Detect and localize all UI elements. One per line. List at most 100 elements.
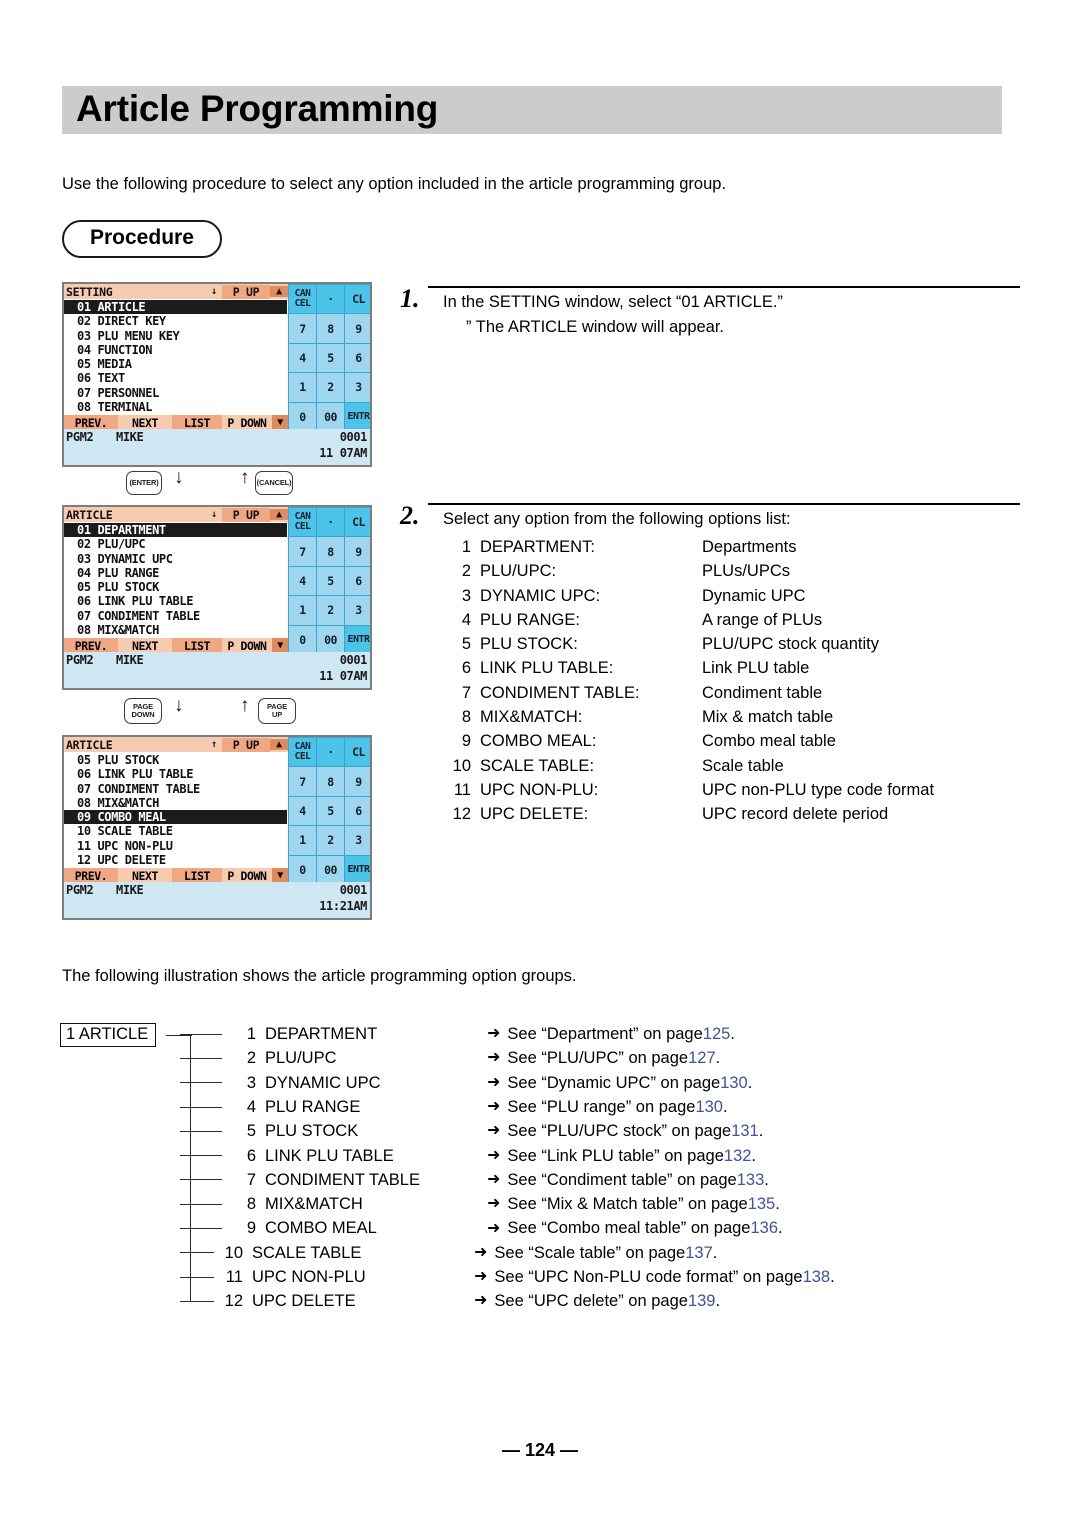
keypad-7-button[interactable]: 7 [289, 767, 316, 796]
keypad-3-button[interactable]: 3 [345, 373, 370, 402]
option-index: 2 [461, 562, 471, 581]
keypad-7-button[interactable]: 7 [289, 314, 316, 343]
keypad-clear-button[interactable]: CL [345, 738, 370, 767]
keypad-clear-button[interactable]: CL [345, 285, 370, 314]
keypad-enter-button[interactable]: ENTR [345, 625, 370, 654]
option-row: 10 SCALE TABLE: Scale table [443, 754, 934, 778]
keypad-9-button[interactable]: 9 [345, 767, 370, 796]
lcd-body: ARTICLE ↑ P UP ▲ 05 PLU STOCK 06 LINK PL… [64, 737, 370, 884]
right-arrow-icon: ➜ [487, 1049, 501, 1067]
status-time: 11 07AM [319, 446, 367, 460]
list-item[interactable]: 07 CONDIMENT TABLE [64, 609, 288, 623]
keypad-clear-button[interactable]: CL [345, 508, 370, 537]
list-item[interactable]: 08 TERMINAL [64, 400, 288, 414]
status-mode: PGM2 [66, 653, 94, 667]
list-item[interactable]: 03 PLU MENU KEY [64, 329, 288, 343]
page-up-arrow-icon[interactable]: ▲ [270, 286, 288, 297]
page-up-button[interactable]: P UP [222, 737, 270, 752]
keypad-8-button[interactable]: 8 [317, 537, 344, 566]
keypad-7-button[interactable]: 7 [289, 537, 316, 566]
keypad-1-button[interactable]: 1 [289, 596, 316, 625]
keypad-3-button[interactable]: 3 [345, 596, 370, 625]
list-item[interactable]: 04 FUNCTION [64, 343, 288, 357]
cancel-keycap[interactable]: (CANCEL) [255, 471, 293, 495]
keypad-3-button[interactable]: 3 [345, 826, 370, 855]
keypad-2-button[interactable]: 2 [317, 373, 344, 402]
keypad-decimal-button[interactable]: · [317, 285, 344, 314]
status-mode: PGM2 [66, 430, 94, 444]
list-item[interactable]: 09 COMBO MEAL [64, 810, 287, 825]
tree-branch-line [180, 1082, 222, 1084]
list-item[interactable]: 11 UPC NON-PLU [64, 839, 288, 853]
option-index: 5 [461, 635, 471, 654]
list-item[interactable]: 10 SCALE TABLE [64, 824, 288, 838]
keypad-6-button[interactable]: 6 [345, 343, 370, 373]
keypad-4-button[interactable]: 4 [289, 343, 316, 373]
keypad-0-button[interactable]: 0 [289, 855, 316, 884]
tree-row-page: 137 [685, 1243, 713, 1262]
list-item[interactable]: 06 LINK PLU TABLE [64, 594, 288, 608]
keypad-cancel-button[interactable]: CAN CEL [289, 285, 316, 314]
keypad-9-button[interactable]: 9 [345, 537, 370, 566]
option-index: 12 [452, 805, 471, 824]
list-item[interactable]: 04 PLU RANGE [64, 566, 288, 580]
list-item[interactable]: 12 UPC DELETE [64, 853, 288, 867]
keypad-5-button[interactable]: 5 [317, 796, 344, 826]
keypad-decimal-button[interactable]: · [317, 508, 344, 537]
list-item[interactable]: 02 PLU/UPC [64, 537, 288, 551]
keypad-8-button[interactable]: 8 [317, 767, 344, 796]
list-item[interactable]: 03 DYNAMIC UPC [64, 552, 288, 566]
keypad-0-button[interactable]: 0 [289, 402, 316, 431]
right-arrow-icon: ➜ [474, 1268, 488, 1286]
page-up-arrow-icon[interactable]: ▲ [270, 739, 288, 750]
tree-row-page: 127 [688, 1049, 716, 1068]
page-up-arrow-icon[interactable]: ▲ [270, 509, 288, 520]
tree-row: 6 LINK PLU TABLE ➜ See “Link PLU table” … [180, 1144, 756, 1168]
tree-row: 2 PLU/UPC ➜ See “PLU/UPC” on page 127 . [180, 1046, 720, 1070]
keypad-4-button[interactable]: 4 [289, 566, 316, 596]
down-arrow-icon: ↓ [174, 695, 184, 716]
list-item[interactable]: 05 MEDIA [64, 357, 288, 371]
keypad-00-button[interactable]: 00 [317, 402, 344, 431]
keypad-6-button[interactable]: 6 [345, 566, 370, 596]
keypad-1-button[interactable]: 1 [289, 826, 316, 855]
page-up-keycap[interactable]: PAGE UP [258, 698, 296, 724]
keypad-1-button[interactable]: 1 [289, 373, 316, 402]
keypad-cancel-button[interactable]: CAN CEL [289, 738, 316, 767]
keypad-6-button[interactable]: 6 [345, 796, 370, 826]
tree-row-page: 139 [687, 1292, 716, 1311]
keypad-00-button[interactable]: 00 [317, 855, 344, 884]
keypad-5-button[interactable]: 5 [317, 343, 344, 373]
option-index: 9 [461, 732, 471, 751]
list-item[interactable]: 07 CONDIMENT TABLE [64, 782, 288, 796]
list-item[interactable]: 05 PLU STOCK [64, 753, 288, 767]
list-item[interactable]: 01 DEPARTMENT [64, 523, 287, 538]
enter-keycap[interactable]: (ENTER) [126, 471, 162, 495]
lcd-body: SETTING ↓ P UP ▲ 01 ARTICLE 02 DIRECT KE… [64, 284, 370, 431]
keypad-5-button[interactable]: 5 [317, 566, 344, 596]
list-item[interactable]: 02 DIRECT KEY [64, 314, 288, 328]
keypad-0-button[interactable]: 0 [289, 625, 316, 654]
keypad-8-button[interactable]: 8 [317, 314, 344, 343]
keypad-00-button[interactable]: 00 [317, 625, 344, 654]
keypad-2-button[interactable]: 2 [317, 826, 344, 855]
page-up-button[interactable]: P UP [222, 284, 270, 299]
list-item[interactable]: 08 MIX&MATCH [64, 796, 288, 810]
list-item[interactable]: 08 MIX&MATCH [64, 623, 288, 637]
page-up-button[interactable]: P UP [222, 507, 270, 522]
keypad-decimal-button[interactable]: · [317, 738, 344, 767]
list-item[interactable]: 07 PERSONNEL [64, 386, 288, 400]
tree-row-number: 9 [246, 1219, 256, 1238]
tree-row: 11 UPC NON-PLU ➜ See “UPC Non-PLU code f… [180, 1265, 835, 1289]
keypad-9-button[interactable]: 9 [345, 314, 370, 343]
list-item[interactable]: 06 LINK PLU TABLE [64, 767, 288, 781]
page-down-keycap[interactable]: PAGE DOWN [124, 698, 162, 724]
keypad-4-button[interactable]: 4 [289, 796, 316, 826]
keypad-enter-button[interactable]: ENTR [345, 855, 370, 884]
list-item[interactable]: 06 TEXT [64, 371, 288, 385]
list-item[interactable]: 05 PLU STOCK [64, 580, 288, 594]
keypad-enter-button[interactable]: ENTR [345, 402, 370, 431]
keypad-2-button[interactable]: 2 [317, 596, 344, 625]
keypad-cancel-button[interactable]: CAN CEL [289, 508, 316, 537]
list-item[interactable]: 01 ARTICLE [64, 300, 287, 315]
